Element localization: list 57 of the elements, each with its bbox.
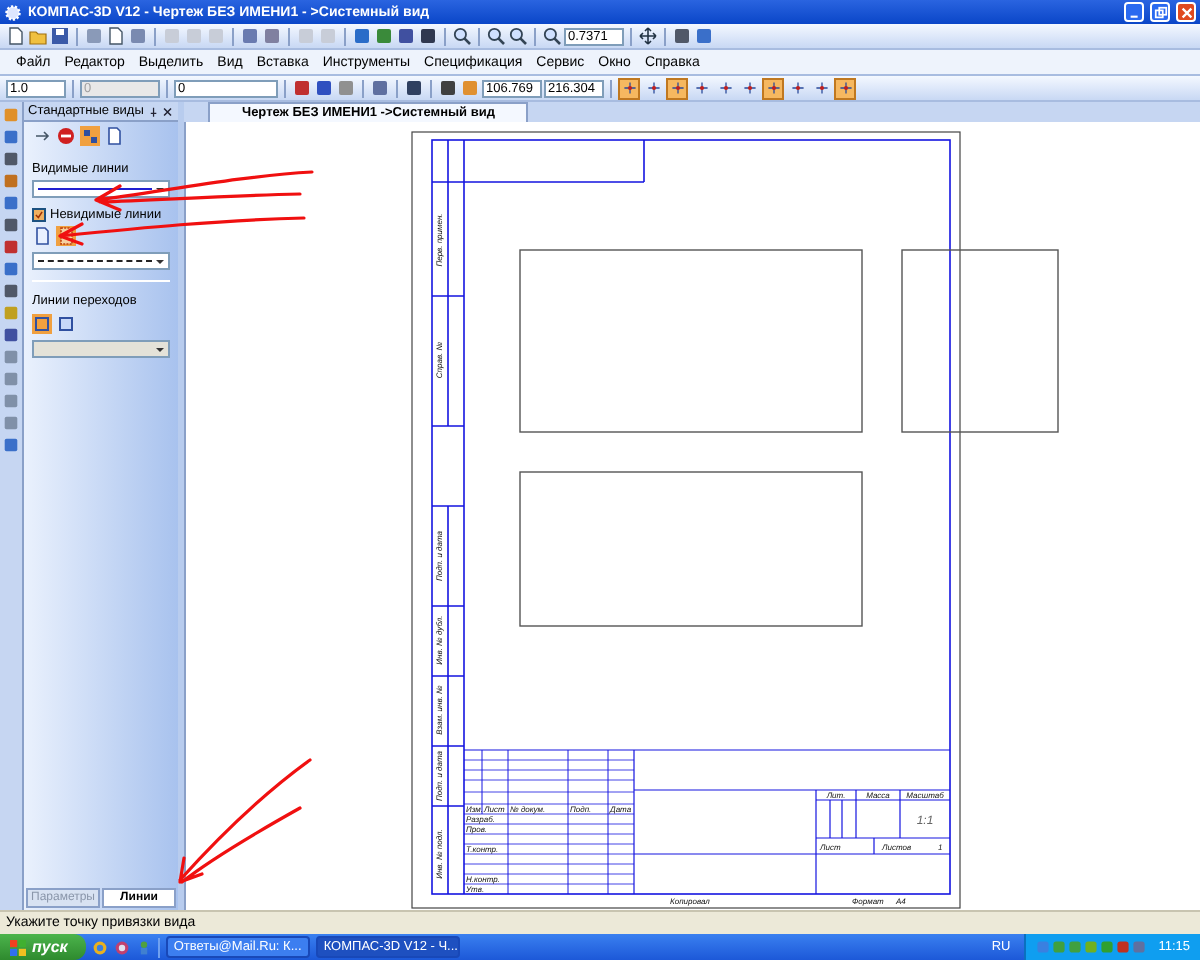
square-icon[interactable] xyxy=(418,26,438,46)
square-icon[interactable] xyxy=(672,26,692,46)
checkbox[interactable] xyxy=(32,208,46,222)
pin-icon[interactable] xyxy=(147,105,159,117)
square-icon[interactable] xyxy=(396,26,416,46)
crosshair-icon xyxy=(669,80,685,96)
snap-button[interactable] xyxy=(642,77,664,99)
page-icon[interactable] xyxy=(104,126,124,146)
snap-button[interactable] xyxy=(738,77,760,99)
circle-icon[interactable] xyxy=(113,939,130,955)
flag-icon xyxy=(10,939,26,955)
square-icon[interactable] xyxy=(2,326,20,344)
square-icon[interactable] xyxy=(404,78,424,98)
crosshair-icon xyxy=(693,80,709,96)
square-icon[interactable] xyxy=(352,26,372,46)
magnifier-icon[interactable] xyxy=(542,26,562,46)
gear-icon xyxy=(4,3,22,21)
square-icon[interactable] xyxy=(694,26,714,46)
snap-button[interactable] xyxy=(618,77,640,99)
snap-button[interactable] xyxy=(690,77,712,99)
move-icon[interactable] xyxy=(638,26,658,46)
minimize-button[interactable] xyxy=(1124,2,1144,22)
crosshair-icon xyxy=(717,80,733,96)
square-icon[interactable] xyxy=(2,282,20,300)
square-icon[interactable] xyxy=(2,150,20,168)
arrow-icon[interactable] xyxy=(32,126,52,146)
crosshair-icon xyxy=(789,80,805,96)
close-icon[interactable] xyxy=(162,105,174,117)
stop-icon[interactable] xyxy=(56,126,76,146)
close-icon xyxy=(1179,5,1193,19)
snap-button[interactable] xyxy=(714,77,736,99)
crosshair-icon xyxy=(621,80,637,96)
snap-button[interactable] xyxy=(786,77,808,99)
snap-button[interactable] xyxy=(666,77,688,99)
magnifier-icon[interactable] xyxy=(452,26,472,46)
page-icon[interactable] xyxy=(32,226,52,246)
annotation-arrow xyxy=(178,758,312,884)
snap-button[interactable] xyxy=(810,77,832,99)
square-icon[interactable] xyxy=(292,78,312,98)
snap-button[interactable] xyxy=(762,77,784,99)
crosshair-icon xyxy=(765,80,781,96)
circle-icon[interactable] xyxy=(91,939,108,955)
square-icon[interactable] xyxy=(2,216,20,234)
restore-icon xyxy=(1153,5,1167,19)
layout-icon[interactable] xyxy=(80,126,100,146)
square-icon[interactable] xyxy=(438,78,458,98)
crosshair-icon xyxy=(741,80,757,96)
close-button[interactable] xyxy=(1176,2,1196,22)
crosshair-icon xyxy=(645,80,661,96)
magnifier-icon[interactable] xyxy=(486,26,506,46)
crosshair-icon xyxy=(813,80,829,96)
snap-button[interactable] xyxy=(834,77,856,99)
magnifier-icon[interactable] xyxy=(508,26,528,46)
line-style-dropdown[interactable] xyxy=(32,252,170,270)
square-icon[interactable] xyxy=(314,78,334,98)
crosshair-icon xyxy=(837,80,853,96)
restore-button[interactable] xyxy=(1150,2,1170,22)
